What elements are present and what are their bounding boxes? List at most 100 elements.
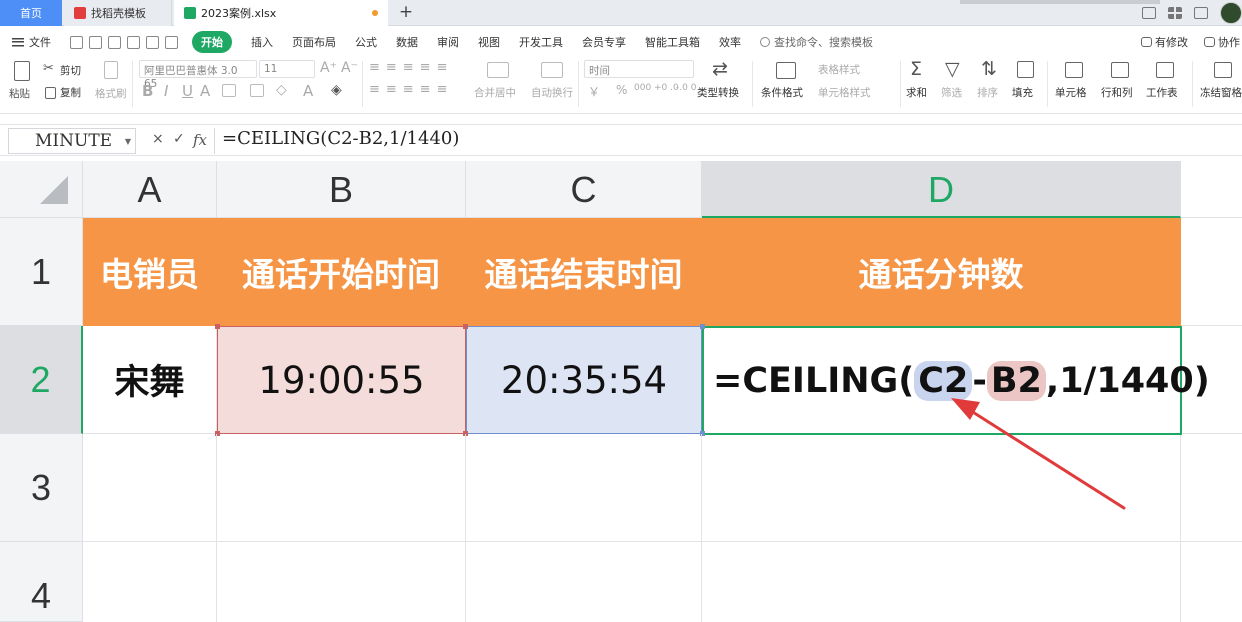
cell-a3[interactable]	[83, 434, 217, 542]
sum-button[interactable]: 求和	[906, 85, 927, 100]
menu-efficiency[interactable]: 效率	[719, 34, 741, 50]
print-preview-icon[interactable]	[127, 35, 140, 49]
underline-icon[interactable]: U	[182, 82, 193, 100]
changes-button[interactable]: 有修改	[1141, 34, 1188, 50]
conditional-format-button[interactable]: 条件格式	[761, 85, 803, 100]
avatar[interactable]	[1220, 2, 1242, 24]
table-style-button[interactable]: 表格样式	[818, 62, 860, 77]
cell-b3[interactable]	[217, 434, 466, 542]
paste-button[interactable]: 粘贴	[9, 86, 30, 101]
menu-smart-tools[interactable]: 智能工具箱	[645, 34, 700, 50]
wrap-text-button[interactable]: 自动换行	[531, 85, 573, 100]
cell-b1[interactable]: 通话开始时间	[217, 218, 466, 326]
tab-template[interactable]: 找稻壳模板	[64, 0, 172, 26]
menu-view[interactable]: 视图	[478, 34, 500, 50]
ref-handle[interactable]	[215, 324, 220, 329]
menu-page-layout[interactable]: 页面布局	[292, 34, 336, 50]
cell-d2[interactable]: =CEILING( C2 - B2 ,1/1440)	[702, 326, 1210, 435]
cell-c3[interactable]	[466, 434, 702, 542]
cancel-icon[interactable]: ×	[152, 131, 164, 147]
cell-style-icon[interactable]	[250, 84, 264, 97]
currency-icon[interactable]: ￥	[588, 83, 600, 100]
menu-developer[interactable]: 开发工具	[519, 34, 563, 50]
insert-function-icon[interactable]: fx	[193, 131, 207, 149]
save-icon[interactable]	[70, 35, 83, 49]
bold-icon[interactable]: B	[142, 82, 153, 100]
thousands-icon[interactable]: 000	[634, 83, 651, 93]
column-header-a[interactable]: A	[83, 161, 217, 218]
cell-e4[interactable]	[1181, 542, 1242, 622]
row-header-3[interactable]: 3	[0, 434, 83, 542]
row-header-1[interactable]: 1	[0, 218, 83, 326]
print-icon[interactable]	[108, 35, 121, 49]
cell-button[interactable]: 单元格	[1055, 85, 1087, 100]
tab-file[interactable]: 2023案例.xlsx	[174, 0, 388, 26]
row-header-4[interactable]: 4	[0, 542, 83, 622]
menu-formulas[interactable]: 公式	[355, 34, 377, 50]
column-header-d[interactable]: D	[702, 161, 1181, 218]
cell-c2[interactable]: 20:35:54	[466, 326, 702, 434]
collab-button[interactable]: 协作	[1204, 34, 1240, 50]
column-header-b[interactable]: B	[217, 161, 466, 218]
redo-icon[interactable]	[165, 35, 178, 49]
paste-icon[interactable]	[14, 61, 30, 81]
row-header-2[interactable]: 2	[0, 326, 83, 434]
decrease-decimal-icon[interactable]: -.0 0	[676, 83, 696, 93]
export-pdf-icon[interactable]	[89, 35, 102, 49]
font-shrink-icon[interactable]: A⁻	[341, 60, 358, 76]
vertical-align-icons[interactable]: ≡≡≡≡≡	[369, 60, 453, 75]
cell-d3[interactable]	[702, 435, 1181, 542]
cell-e1[interactable]	[1181, 218, 1242, 326]
ref-handle[interactable]	[463, 324, 468, 329]
clear-icon[interactable]: ◈	[331, 82, 342, 98]
number-format-select[interactable]: 时间	[584, 60, 694, 78]
fill-button[interactable]: 填充	[1012, 85, 1033, 100]
cell-c4[interactable]	[466, 542, 702, 622]
horizontal-align-icons[interactable]: ≡≡≡≡≡	[369, 82, 453, 97]
strikethrough-icon[interactable]: A	[200, 82, 210, 100]
font-name-select[interactable]: 阿里巴巴普惠体 3.0 65	[139, 60, 257, 90]
name-box[interactable]: MINUTE ▼	[8, 128, 136, 154]
cell-b2[interactable]: 19:00:55	[217, 326, 466, 434]
row-col-button[interactable]: 行和列	[1101, 85, 1133, 100]
cell-style-button[interactable]: 单元格样式	[818, 85, 871, 100]
cell-a4[interactable]	[83, 542, 217, 622]
menu-review[interactable]: 审阅	[437, 34, 459, 50]
cell-d4[interactable]	[702, 542, 1181, 622]
window-icon[interactable]	[1194, 7, 1208, 19]
new-tab-button[interactable]: +	[396, 0, 416, 26]
filter-button[interactable]: 筛选	[941, 85, 962, 100]
cut-button[interactable]: 剪切	[60, 63, 81, 78]
column-header-e[interactable]	[1181, 161, 1242, 218]
worksheet-button[interactable]: 工作表	[1146, 85, 1178, 100]
italic-icon[interactable]: I	[164, 82, 168, 100]
cell-c1[interactable]: 通话结束时间	[466, 218, 702, 326]
cell-a1[interactable]: 电销员	[83, 218, 217, 326]
border-icon[interactable]	[222, 84, 236, 97]
merge-center-button[interactable]: 合并居中	[474, 85, 516, 100]
column-header-c[interactable]: C	[466, 161, 702, 218]
type-convert-button[interactable]: 类型转换	[697, 85, 739, 100]
menu-file[interactable]: 文件	[12, 34, 51, 50]
freeze-panes-button[interactable]: 冻结窗格	[1200, 85, 1242, 100]
cell-b4[interactable]	[217, 542, 466, 622]
tab-home[interactable]: 首页	[0, 0, 62, 26]
format-painter-button[interactable]: 格式刷	[95, 86, 127, 101]
cell-e3[interactable]	[1181, 434, 1242, 542]
percent-icon[interactable]: %	[616, 83, 627, 97]
fill-color-icon[interactable]: ◇	[276, 82, 287, 98]
font-color-icon[interactable]: A	[303, 82, 313, 100]
menu-data[interactable]: 数据	[396, 34, 418, 50]
cell-a2[interactable]: 宋舞	[83, 326, 217, 434]
sort-button[interactable]: 排序	[977, 85, 998, 100]
cell-e2[interactable]	[1182, 326, 1242, 434]
menu-start[interactable]: 开始	[192, 31, 232, 53]
menu-insert[interactable]: 插入	[251, 34, 273, 50]
undo-icon[interactable]	[146, 35, 159, 49]
ref-handle[interactable]	[700, 324, 705, 329]
copy-button[interactable]: 复制	[60, 85, 81, 100]
font-grow-icon[interactable]: A⁺	[320, 60, 337, 76]
layout-icon[interactable]	[1142, 7, 1156, 19]
menu-member[interactable]: 会员专享	[582, 34, 626, 50]
confirm-icon[interactable]: ✓	[173, 131, 185, 147]
